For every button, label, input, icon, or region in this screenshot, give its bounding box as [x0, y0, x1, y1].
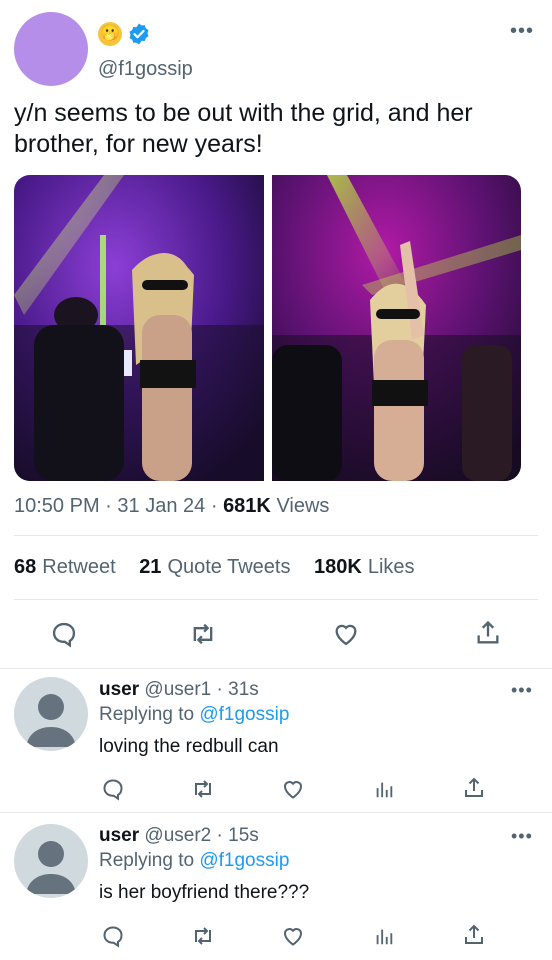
- reply-icon[interactable]: [101, 924, 125, 948]
- reply-avatar[interactable]: [14, 677, 88, 751]
- replying-label: Replying to: [99, 850, 195, 871]
- analytics-icon[interactable]: [373, 924, 395, 948]
- replying-to: Replying to @f1gossip: [99, 704, 289, 726]
- photo-2-image: [272, 175, 521, 481]
- heart-icon[interactable]: [281, 924, 305, 948]
- heart-icon[interactable]: [332, 620, 360, 648]
- more-icon[interactable]: •••: [510, 20, 534, 43]
- default-avatar-icon: [26, 694, 76, 747]
- author-avatar[interactable]: [14, 12, 88, 86]
- author-name-emoji[interactable]: 🫢: [98, 22, 122, 46]
- tweet-stats: 68 Retweet 21 Quote Tweets 180K Likes: [14, 556, 433, 579]
- reply-separator: ·: [216, 679, 223, 700]
- divider: [14, 535, 538, 536]
- reply-time[interactable]: 31s: [228, 679, 259, 700]
- tweet-time[interactable]: 10:50 PM: [14, 495, 100, 517]
- reply-header: user @user2 · 15s: [99, 825, 259, 847]
- more-icon[interactable]: •••: [511, 826, 533, 847]
- more-icon[interactable]: •••: [511, 680, 533, 701]
- replying-mention[interactable]: @f1gossip: [199, 704, 289, 725]
- reply-separator: ·: [216, 825, 223, 846]
- meta-separator: ·: [210, 495, 218, 517]
- reply-text: loving the redbull can: [99, 736, 279, 757]
- quotes-label: Quote Tweets: [167, 556, 291, 578]
- quotes-stat[interactable]: 21 Quote Tweets: [139, 556, 290, 578]
- analytics-icon[interactable]: [373, 777, 395, 801]
- default-avatar-icon: [26, 841, 76, 894]
- tweet-meta: 10:50 PM · 31 Jan 24 · 681K Views: [14, 495, 329, 518]
- retweet-icon[interactable]: [188, 620, 218, 648]
- likes-count: 180K: [314, 556, 362, 578]
- tweet-photo-1[interactable]: [14, 175, 264, 481]
- retweets-stat[interactable]: 68 Retweet: [14, 556, 116, 578]
- reply-name[interactable]: user: [99, 679, 139, 700]
- replying-mention[interactable]: @f1gossip: [199, 850, 289, 871]
- divider: [14, 599, 538, 600]
- retweets-label: Retweet: [42, 556, 116, 578]
- photo-1-image: [14, 175, 264, 481]
- retweet-icon[interactable]: [190, 924, 216, 948]
- quotes-count: 21: [139, 556, 162, 578]
- views-count: 681K: [223, 495, 271, 517]
- replying-label: Replying to: [99, 704, 195, 725]
- share-icon[interactable]: [462, 923, 486, 947]
- tweet-text: y/n seems to be out with the grid, and h…: [14, 99, 473, 158]
- replying-to: Replying to @f1gossip: [99, 850, 289, 872]
- verified-badge-icon: [129, 23, 149, 45]
- likes-label: Likes: [367, 556, 415, 578]
- reply-header: user @user1 · 31s: [99, 679, 259, 701]
- reply-icon[interactable]: [50, 620, 78, 648]
- tweet-photo-2[interactable]: [272, 175, 521, 481]
- likes-stat[interactable]: 180K Likes: [314, 556, 415, 578]
- reply-handle[interactable]: @user2: [144, 825, 211, 846]
- meta-separator: ·: [105, 495, 112, 517]
- reply-avatar[interactable]: [14, 824, 88, 898]
- reply-time[interactable]: 15s: [228, 825, 259, 846]
- share-icon[interactable]: [462, 776, 486, 800]
- share-icon[interactable]: [474, 619, 502, 647]
- views-label: Views: [276, 495, 330, 517]
- divider: [0, 812, 552, 813]
- reply-handle[interactable]: @user1: [144, 679, 211, 700]
- tweet-date[interactable]: 31 Jan 24: [117, 495, 205, 517]
- retweets-count: 68: [14, 556, 37, 578]
- author-handle[interactable]: @f1gossip: [98, 58, 193, 81]
- reply-icon[interactable]: [101, 777, 125, 801]
- reply-name[interactable]: user: [99, 825, 139, 846]
- retweet-icon[interactable]: [190, 777, 216, 801]
- divider: [0, 668, 552, 669]
- reply-text: is her boyfriend there???: [99, 882, 310, 903]
- heart-icon[interactable]: [281, 777, 305, 801]
